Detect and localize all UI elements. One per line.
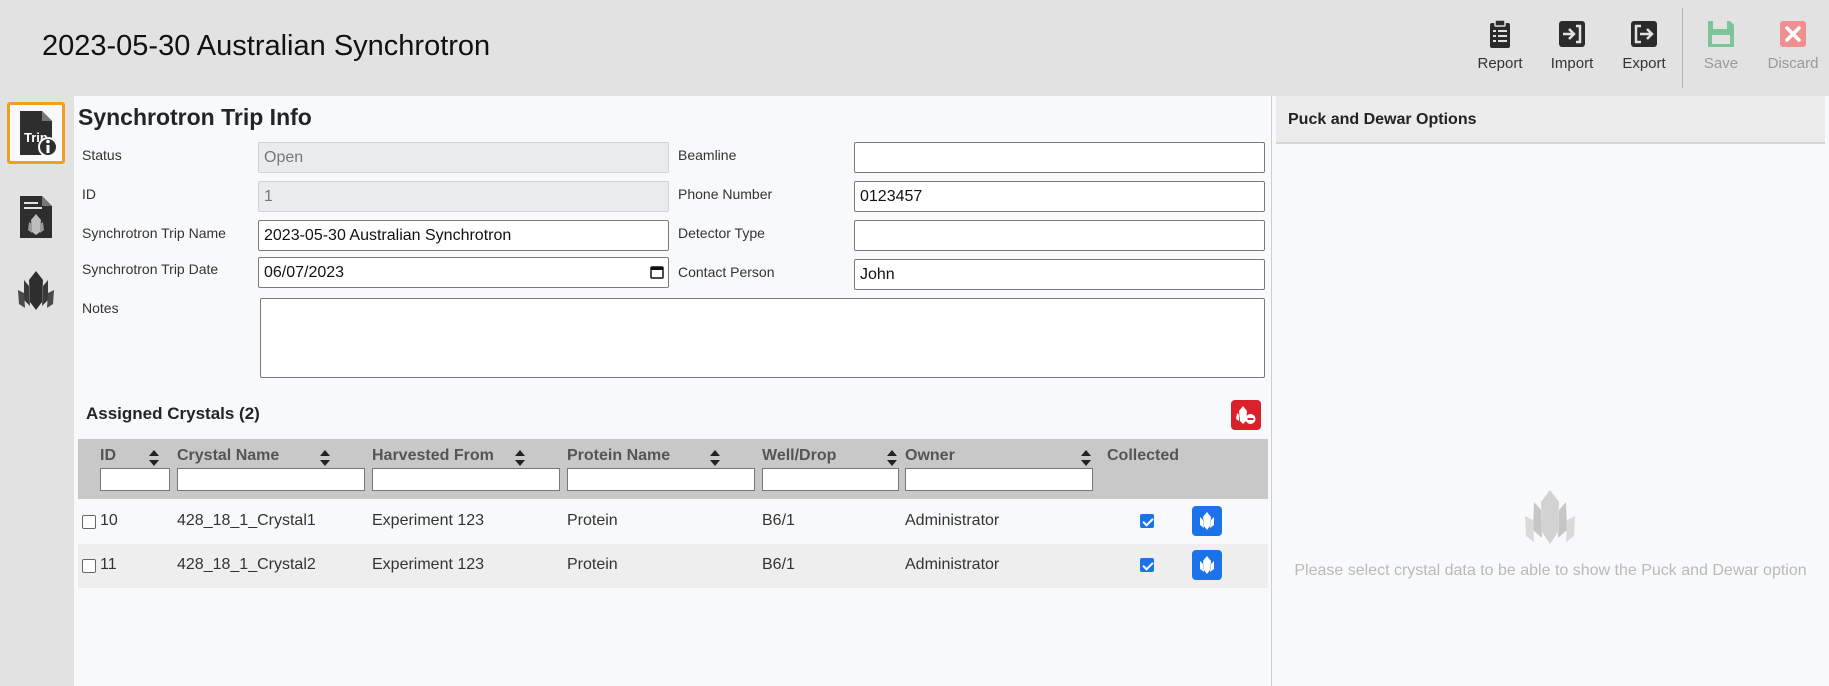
cell-protein-name: Protein bbox=[567, 556, 618, 573]
cell-crystal-name: 428_18_1_Crystal1 bbox=[177, 512, 316, 529]
section-title: Synchrotron Trip Info bbox=[78, 104, 312, 130]
col-id[interactable]: ID bbox=[100, 447, 116, 465]
puck-dewar-panel: Puck and Dewar Options Please select cry… bbox=[1272, 96, 1829, 686]
crystal-document-icon bbox=[20, 196, 52, 238]
sort-icon[interactable] bbox=[148, 449, 160, 467]
filter-well-drop-input[interactable] bbox=[762, 468, 899, 491]
table-header: ID Crystal Name Harvested From Protein N… bbox=[78, 439, 1268, 499]
trip-date-input[interactable]: 06/07/2023 bbox=[258, 257, 669, 288]
nav-crystals[interactable] bbox=[6, 260, 66, 322]
phone-input[interactable]: 0123457 bbox=[854, 181, 1265, 212]
import-button[interactable]: Import bbox=[1536, 8, 1608, 88]
discard-label: Discard bbox=[1767, 55, 1819, 72]
save-label: Save bbox=[1703, 55, 1739, 72]
sort-icon[interactable] bbox=[514, 449, 526, 467]
beamline-label: Beamline bbox=[678, 147, 737, 163]
toolbar: Report Import Export Save Discard bbox=[1464, 8, 1829, 88]
trip-name-input[interactable]: 2023-05-30 Australian Synchrotron bbox=[258, 220, 669, 251]
export-button[interactable]: Export bbox=[1608, 8, 1680, 88]
crystal-icon bbox=[1200, 512, 1214, 530]
row-select-checkbox[interactable] bbox=[82, 515, 96, 529]
clipboard-icon bbox=[1490, 19, 1510, 48]
toolbar-divider bbox=[1682, 8, 1683, 88]
crystal-placeholder-icon bbox=[1525, 490, 1575, 544]
id-label: ID bbox=[82, 186, 96, 202]
puck-dewar-empty-message: Please select crystal data to be able to… bbox=[1294, 562, 1807, 579]
export-label: Export bbox=[1622, 55, 1666, 72]
detector-label: Detector Type bbox=[678, 225, 765, 241]
cell-harvested-from: Experiment 123 bbox=[372, 512, 485, 529]
trip-name-label: Synchrotron Trip Name bbox=[82, 225, 226, 241]
filter-harvested-from-input[interactable] bbox=[372, 468, 560, 491]
view-crystal-button[interactable] bbox=[1192, 506, 1222, 536]
col-protein-name[interactable]: Protein Name bbox=[567, 447, 670, 465]
import-label: Import bbox=[1550, 55, 1594, 72]
main-content: Synchrotron Trip Info Status Open ID 1 S… bbox=[74, 96, 1271, 686]
phone-label: Phone Number bbox=[678, 186, 773, 202]
col-collected: Collected bbox=[1107, 447, 1180, 464]
trip-date-label: Synchrotron Trip Date bbox=[82, 261, 219, 277]
notes-label: Notes bbox=[82, 300, 119, 316]
puck-dewar-header: Puck and Dewar Options bbox=[1276, 96, 1825, 144]
save-button[interactable]: Save bbox=[1685, 8, 1757, 88]
cell-well-drop: B6/1 bbox=[762, 512, 795, 529]
sort-icon[interactable] bbox=[1080, 449, 1092, 467]
cell-id: 11 bbox=[100, 556, 117, 573]
contact-input[interactable]: John bbox=[854, 259, 1265, 290]
puck-dewar-title: Puck and Dewar Options bbox=[1288, 111, 1477, 128]
col-crystal-name[interactable]: Crystal Name bbox=[177, 447, 279, 465]
cell-crystal-name: 428_18_1_Crystal2 bbox=[177, 556, 316, 573]
cell-harvested-from: Experiment 123 bbox=[372, 556, 485, 573]
left-nav: Trip bbox=[0, 96, 74, 686]
table-row[interactable]: 10 428_18_1_Crystal1 Experiment 123 Prot… bbox=[78, 500, 1268, 544]
sort-icon[interactable] bbox=[319, 449, 331, 467]
save-icon bbox=[1708, 21, 1734, 47]
notes-textarea[interactable] bbox=[260, 298, 1265, 378]
cell-owner: Administrator bbox=[905, 512, 1000, 529]
trip-date-value: 06/07/2023 bbox=[264, 264, 345, 281]
close-icon bbox=[1780, 21, 1806, 47]
id-field[interactable]: 1 bbox=[258, 181, 669, 212]
crystals-icon bbox=[18, 271, 54, 310]
col-harvested-from[interactable]: Harvested From bbox=[372, 447, 494, 465]
filter-crystal-name-input[interactable] bbox=[177, 468, 365, 491]
remove-crystal-icon bbox=[1236, 406, 1256, 424]
collected-checkbox[interactable] bbox=[1140, 558, 1154, 572]
row-select-checkbox[interactable] bbox=[82, 559, 96, 573]
col-well-drop[interactable]: Well/Drop bbox=[762, 447, 836, 465]
beamline-input[interactable] bbox=[854, 142, 1265, 173]
import-icon bbox=[1559, 21, 1585, 47]
sort-icon[interactable] bbox=[709, 449, 721, 467]
contact-label: Contact Person bbox=[678, 264, 775, 280]
status-field[interactable]: Open bbox=[258, 142, 669, 173]
filter-protein-name-input[interactable] bbox=[567, 468, 755, 491]
export-icon bbox=[1631, 21, 1657, 47]
assigned-crystals-title: Assigned Crystals (2) bbox=[86, 404, 260, 423]
cell-protein-name: Protein bbox=[567, 512, 618, 529]
calendar-icon[interactable] bbox=[650, 265, 664, 279]
cell-owner: Administrator bbox=[905, 556, 1000, 573]
cell-id: 10 bbox=[100, 512, 118, 529]
header-bar: 2023-05-30 Australian Synchrotron Report… bbox=[0, 0, 1829, 96]
crystal-icon bbox=[1200, 556, 1214, 574]
collected-checkbox[interactable] bbox=[1140, 514, 1154, 528]
report-label: Report bbox=[1477, 55, 1523, 72]
page-title: 2023-05-30 Australian Synchrotron bbox=[42, 30, 491, 62]
view-crystal-button[interactable] bbox=[1192, 550, 1222, 580]
unassign-crystals-button[interactable] bbox=[1231, 400, 1261, 430]
filter-id-input[interactable] bbox=[100, 468, 170, 491]
nav-crystal-document[interactable] bbox=[6, 186, 66, 248]
trip-info-icon: Trip bbox=[20, 111, 58, 157]
filter-owner-input[interactable] bbox=[905, 468, 1093, 491]
report-button[interactable]: Report bbox=[1464, 8, 1536, 88]
nav-trip-info[interactable]: Trip bbox=[7, 102, 65, 164]
status-label: Status bbox=[82, 147, 122, 163]
table-row[interactable]: 11 428_18_1_Crystal2 Experiment 123 Prot… bbox=[78, 544, 1268, 588]
discard-button[interactable]: Discard bbox=[1757, 8, 1829, 88]
sort-icon[interactable] bbox=[886, 449, 898, 467]
col-owner[interactable]: Owner bbox=[905, 447, 955, 465]
cell-well-drop: B6/1 bbox=[762, 556, 795, 573]
detector-input[interactable] bbox=[854, 220, 1265, 251]
